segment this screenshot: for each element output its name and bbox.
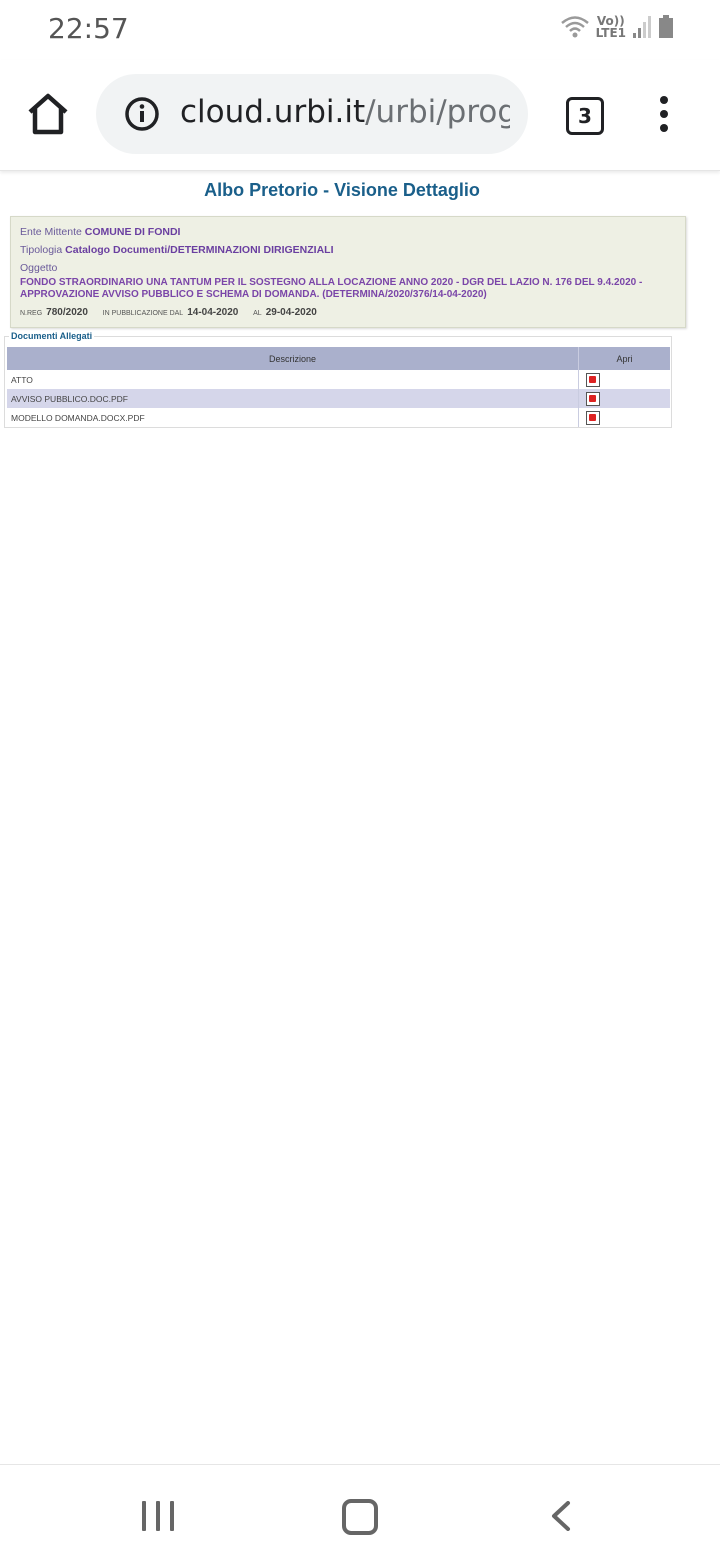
publication-meta: N.REG 780/2020 IN PUBBLICAZIONE DAL 14-04-…: [20, 307, 329, 318]
page-title: Albo Pretorio - Visione Dettaglio: [204, 180, 480, 200]
nav-home-icon[interactable]: [342, 1499, 378, 1535]
url-path: /urbi/progs: [365, 94, 510, 130]
wifi-icon: [560, 16, 589, 38]
battery-icon: [659, 15, 673, 38]
open-cell: [579, 408, 671, 427]
table-row: MODELLO DOMANDA.DOCX.PDF: [7, 408, 670, 427]
home-icon[interactable]: [24, 90, 72, 138]
recent-apps-icon[interactable]: [142, 1501, 174, 1531]
info-icon[interactable]: [124, 96, 160, 132]
url-host: cloud.urbi.it: [180, 94, 366, 130]
documents-table: Descrizione Apri ATTO AVVISO PUBBLICO.DO…: [7, 347, 670, 427]
pdf-icon[interactable]: [586, 372, 600, 387]
tipologia-label: Tipologia: [20, 244, 63, 256]
network-lte-label: LTE1: [595, 26, 626, 40]
ente-row: Ente Mittente COMUNE DI FONDI: [20, 226, 180, 238]
status-icons: Vo)) LTE1: [560, 14, 674, 40]
table-header: Descrizione Apri: [7, 347, 670, 370]
nreg-label: N.REG: [20, 310, 43, 317]
document-name: AVVISO PUBBLICO.DOC.PDF: [7, 389, 579, 408]
network-label: Vo)) LTE1: [596, 15, 626, 39]
documents-fieldset: Documenti Allegati Descrizione Apri ATTO…: [4, 331, 672, 428]
pdf-icon[interactable]: [586, 410, 600, 425]
tipologia-row: Tipologia Catalogo Documenti/DETERMINAZI…: [20, 244, 334, 256]
oggetto-label: Oggetto: [20, 262, 58, 274]
back-icon[interactable]: [548, 1501, 574, 1531]
pub-from-value: 14-04-2020: [187, 307, 239, 318]
url-bar[interactable]: cloud.urbi.it/urbi/progs: [96, 74, 528, 154]
tipologia-value: Catalogo Documenti/DETERMINAZIONI DIRIGE…: [65, 244, 334, 256]
ente-label: Ente Mittente: [20, 226, 82, 238]
column-header-description: Descrizione: [7, 347, 579, 370]
table-row: AVVISO PUBBLICO.DOC.PDF: [7, 389, 670, 408]
document-name: MODELLO DOMANDA.DOCX.PDF: [7, 408, 579, 427]
url-text[interactable]: cloud.urbi.it/urbi/progs: [180, 94, 510, 130]
more-menu-icon[interactable]: [652, 96, 676, 136]
pub-to-value: 29-04-2020: [265, 307, 317, 318]
tab-switcher-button[interactable]: 3: [566, 97, 604, 135]
signal-icon: [633, 16, 651, 38]
nreg-value: 780/2020: [46, 307, 88, 318]
system-nav-bar: [0, 1464, 720, 1561]
browser-toolbar: cloud.urbi.it/urbi/progs 3: [0, 60, 720, 171]
pdf-icon[interactable]: [586, 391, 600, 406]
ente-value: COMUNE DI FONDI: [84, 226, 181, 238]
detail-box: Ente Mittente COMUNE DI FONDI Tipologia …: [10, 216, 686, 328]
open-cell: [579, 370, 671, 389]
open-cell: [578, 389, 670, 408]
status-bar: 22:57 Vo)) LTE1: [0, 0, 720, 60]
pub-from-label: IN PUBBLICAZIONE DAL: [102, 310, 184, 317]
pub-to-label: AL: [253, 310, 262, 317]
column-header-open: Apri: [578, 347, 670, 370]
status-time: 22:57: [48, 12, 129, 45]
table-row: ATTO: [7, 370, 670, 389]
document-name: ATTO: [7, 370, 579, 389]
oggetto-value: FONDO STRAORDINARIO UNA TANTUM PER IL SO…: [20, 277, 643, 300]
documents-legend: Documenti Allegati: [9, 331, 95, 341]
